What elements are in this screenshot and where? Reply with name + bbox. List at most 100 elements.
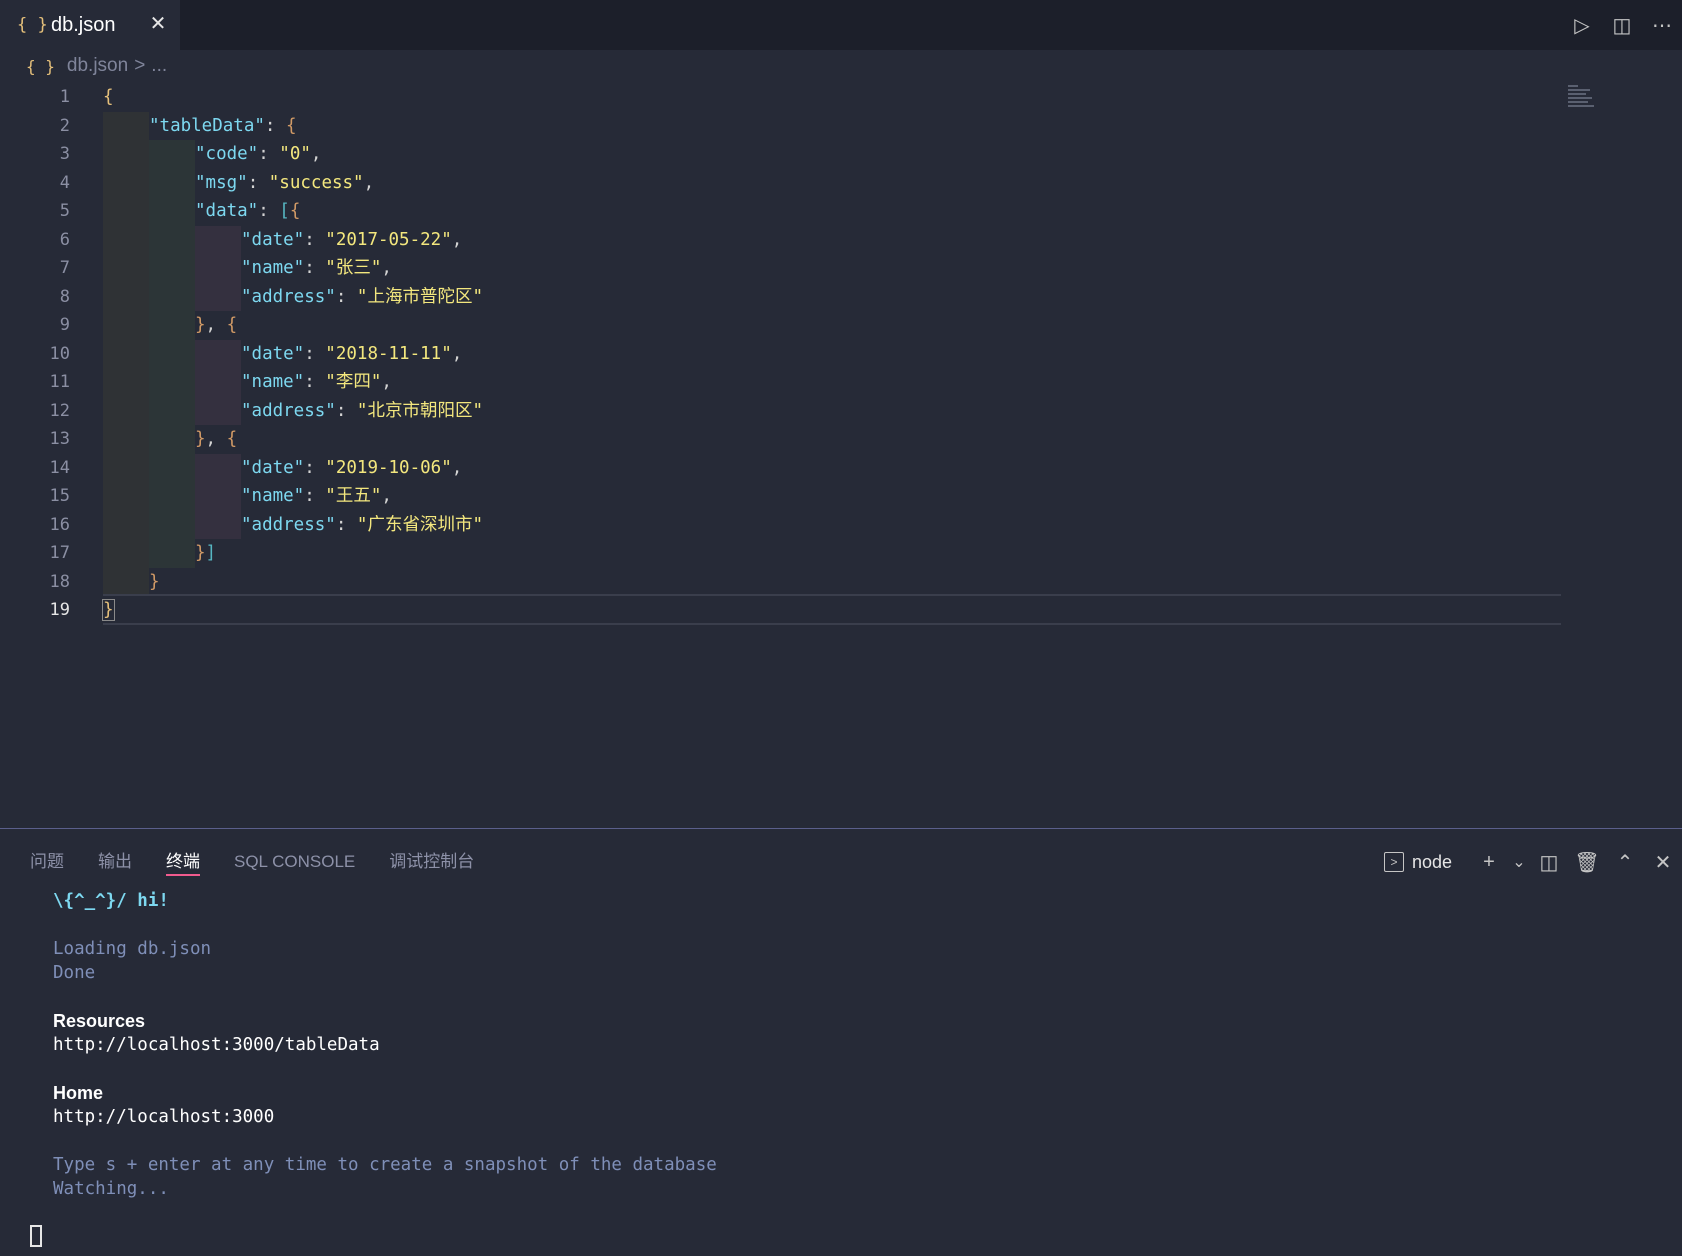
split-editor-icon[interactable]: ◫ — [1602, 13, 1642, 38]
line-number: 18 — [49, 571, 70, 592]
code-line: }, { — [103, 311, 1563, 340]
trash-icon[interactable]: 🗑 — [1568, 850, 1606, 875]
line-number: 3 — [59, 144, 70, 164]
code-line: "address": "北京市朝阳区" — [103, 396, 1563, 425]
line-number: 17 — [49, 543, 70, 563]
code-content[interactable]: { "tableData": { "code": "0", "msg": "su… — [102, 83, 1563, 625]
terminal-link[interactable]: http://localhost:3000/tableData — [53, 1033, 1553, 1057]
terminal-kind-label: node — [1411, 851, 1452, 872]
json-key: "name" — [241, 258, 305, 278]
terminal-heading: Resources — [53, 1011, 146, 1031]
terminal-line: Loading db.json — [53, 939, 212, 959]
terminal-line: Watching... — [53, 1179, 169, 1199]
code-line: "date": "2018-11-11", — [103, 339, 1563, 368]
line-number-current: 19 — [49, 600, 70, 620]
line-number: 7 — [59, 258, 70, 278]
terminal-line: \{^_^}/ hi! — [53, 891, 169, 911]
breadcrumb: { } db.json > ... — [26, 52, 167, 80]
bottom-panel: 问题 输出 终端 SQL CONSOLE 调试控制台 > node + ⌄ ◫ … — [0, 828, 1682, 1256]
minimap[interactable] — [1568, 83, 1678, 123]
code-line: "code": "0", — [103, 140, 1563, 169]
code-line: "date": "2017-05-22", — [103, 225, 1563, 254]
json-key: "name" — [241, 486, 305, 506]
json-key: "msg" — [195, 172, 248, 193]
line-number: 6 — [59, 229, 70, 250]
json-value: "2017-05-22" — [325, 229, 452, 250]
tab-db-json[interactable]: { } db.json ✕ — [0, 0, 180, 50]
add-terminal-icon[interactable]: + — [1470, 851, 1508, 874]
code-line: }] — [103, 539, 1563, 568]
json-key: "code" — [195, 144, 259, 164]
editor-actions: ▷ ◫ ⋯ — [1562, 0, 1682, 50]
panel-actions: > node + ⌄ ◫ 🗑 ⌃ ✕ — [1383, 847, 1682, 877]
line-number: 4 — [59, 172, 70, 193]
terminal-icon: > — [1383, 852, 1404, 872]
code-line: "msg": "success", — [103, 168, 1563, 197]
json-file-icon: { } — [26, 56, 55, 76]
tab-output[interactable]: 输出 — [98, 847, 132, 877]
terminal-selector[interactable]: > node — [1383, 851, 1452, 873]
terminal-cursor — [30, 1225, 42, 1247]
run-icon[interactable]: ▷ — [1562, 13, 1602, 38]
line-number: 16 — [49, 514, 70, 535]
json-value: "王五" — [325, 486, 382, 506]
terminal-heading: Home — [53, 1083, 104, 1103]
more-actions-icon[interactable]: ⋯ — [1642, 13, 1682, 38]
terminal-line: Done — [53, 963, 96, 983]
code-line: "name": "李四", — [103, 368, 1563, 397]
json-value: "上海市普陀区" — [356, 286, 483, 307]
json-key: "name" — [241, 372, 305, 392]
json-key: "address" — [241, 514, 336, 535]
json-value: "2019-10-06" — [325, 457, 452, 478]
code-line: { — [103, 87, 114, 107]
json-key: "address" — [241, 400, 336, 421]
tab-terminal[interactable]: 终端 — [166, 847, 200, 876]
line-number: 14 — [49, 457, 70, 478]
close-icon[interactable]: ✕ — [148, 12, 168, 36]
code-line: } — [103, 567, 1563, 596]
line-number: 5 — [59, 201, 70, 221]
chevron-up-icon[interactable]: ⌃ — [1606, 850, 1644, 875]
breadcrumb-more[interactable]: ... — [151, 55, 167, 77]
tab-problems[interactable]: 问题 — [30, 847, 64, 877]
line-number: 10 — [49, 343, 70, 364]
code-line: "address": "广东省深圳市" — [103, 510, 1563, 539]
editor-tab-bar: { } db.json ✕ ▷ ◫ ⋯ — [0, 0, 1682, 50]
tab-debug-console[interactable]: 调试控制台 — [389, 847, 474, 877]
json-key: "date" — [241, 343, 305, 364]
code-line: "name": "王五", — [103, 482, 1563, 511]
code-line: "address": "上海市普陀区" — [103, 282, 1563, 311]
line-number: 2 — [59, 115, 70, 136]
terminal-link[interactable]: http://localhost:3000 — [53, 1105, 1553, 1129]
json-key: "data" — [195, 201, 259, 221]
tab-title: db.json — [51, 13, 116, 36]
code-line: "date": "2019-10-06", — [103, 453, 1563, 482]
breadcrumb-file[interactable]: db.json — [67, 55, 128, 77]
chevron-right-icon: > — [134, 55, 146, 76]
json-key: "date" — [241, 229, 305, 250]
json-value: "张三" — [325, 258, 382, 278]
code-line-current: } — [102, 594, 1563, 625]
close-panel-icon[interactable]: ✕ — [1644, 850, 1682, 875]
line-number: 11 — [49, 372, 70, 392]
line-number: 15 — [49, 486, 70, 506]
json-key: "date" — [241, 457, 305, 478]
code-line: }, { — [103, 425, 1563, 454]
chevron-down-icon[interactable]: ⌄ — [1508, 852, 1530, 872]
json-value: "李四" — [325, 372, 382, 392]
json-key: "tableData" — [149, 115, 265, 136]
json-value: "广东省深圳市" — [356, 514, 483, 535]
line-number: 12 — [49, 400, 70, 421]
line-number: 13 — [49, 429, 70, 449]
json-key: "address" — [241, 286, 336, 307]
line-number: 1 — [59, 87, 70, 107]
terminal-output[interactable]: \{^_^}/ hi! Loading db.json Done Resourc… — [53, 889, 1553, 1201]
tab-sql-console[interactable]: SQL CONSOLE — [234, 847, 355, 877]
panel-tabs: 问题 输出 终端 SQL CONSOLE 调试控制台 — [30, 847, 508, 877]
split-terminal-icon[interactable]: ◫ — [1530, 850, 1568, 875]
json-value: "success" — [268, 172, 364, 193]
code-editor[interactable]: 1 2 3 4 5 6 7 8 9 10 11 12 13 14 15 16 1… — [0, 83, 1682, 828]
json-value: "0" — [279, 144, 311, 164]
json-file-icon: { } — [17, 15, 48, 35]
json-value: "2018-11-11" — [325, 343, 452, 364]
